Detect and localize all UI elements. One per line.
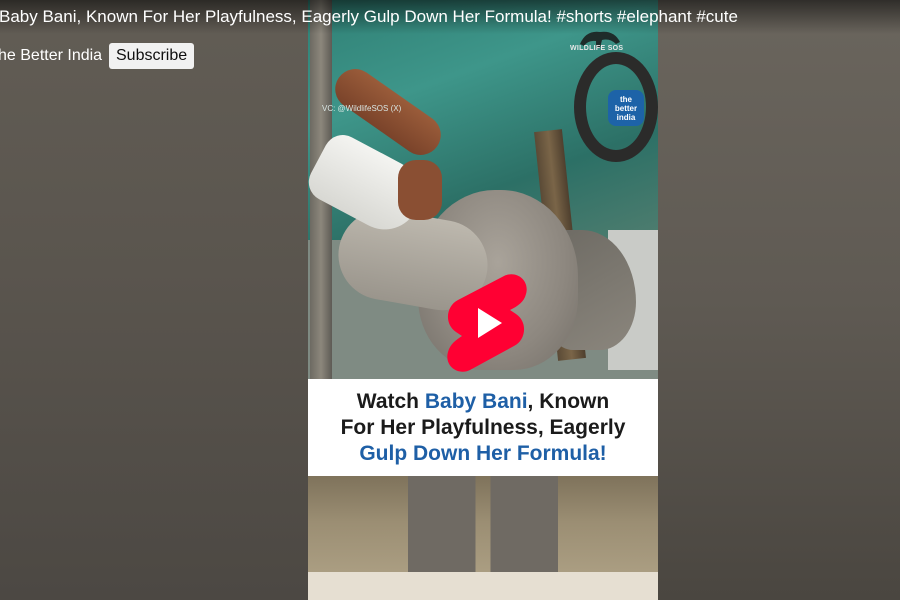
caption-line-1: Watch Baby Bani, Known	[356, 389, 610, 413]
background-right	[658, 0, 900, 600]
subscribe-button[interactable]: Subscribe	[109, 43, 195, 69]
video-credit-text: VC: @WildlifeSOS (X)	[322, 104, 402, 113]
caption-line-3: Gulp Down Her Formula!	[359, 441, 607, 465]
background-left	[0, 0, 308, 600]
video-scene-ground-strip	[308, 572, 658, 600]
youtube-shorts-icon[interactable]	[444, 270, 528, 378]
channel-name[interactable]: he Better India	[0, 47, 102, 65]
the-better-india-logo: the better india	[608, 90, 644, 126]
video-title[interactable]: Baby Bani, Known For Her Playfulness, Ea…	[0, 7, 738, 27]
video-scene-hand	[398, 160, 442, 220]
caption-line-2: For Her Playfulness, Eagerly	[340, 415, 626, 439]
video-scene-pole	[310, 0, 332, 420]
video-scene-elephant-legs	[408, 470, 558, 580]
wildlife-sos-watermark: WILDLIFE SOS	[570, 45, 624, 52]
video-caption-box: Watch Baby Bani, Known For Her Playfulne…	[308, 379, 658, 476]
video-player[interactable]: VC: @WildlifeSOS (X) WILDLIFE SOS the be…	[308, 0, 658, 600]
